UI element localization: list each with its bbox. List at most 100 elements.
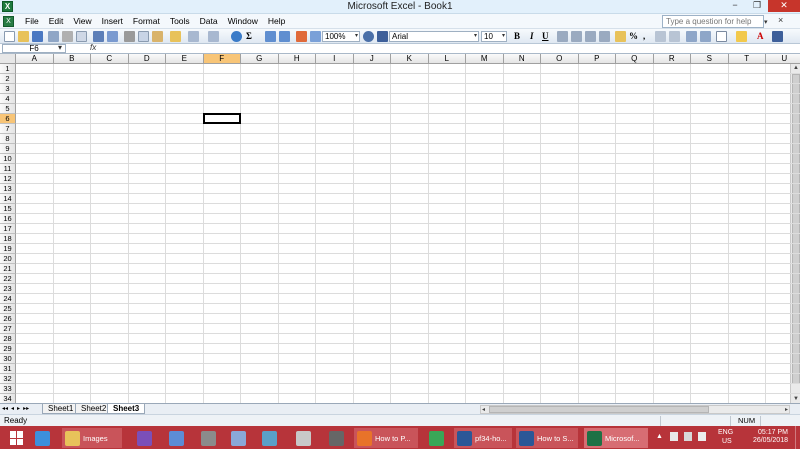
taskbar-app-app-2[interactable]: [166, 428, 188, 448]
volume-icon[interactable]: [698, 432, 706, 441]
column-header[interactable]: L: [428, 54, 466, 64]
row-header[interactable]: 30: [0, 354, 16, 364]
paste-icon[interactable]: [152, 31, 163, 42]
tab-sheet1[interactable]: Sheet1: [42, 404, 80, 414]
row-header[interactable]: 29: [0, 344, 16, 354]
scroll-left-icon[interactable]: ◂: [482, 406, 485, 413]
cut-icon[interactable]: [124, 31, 135, 42]
align-center-icon[interactable]: [571, 31, 582, 42]
font-name-select[interactable]: Arial ▾: [389, 31, 479, 42]
notifications-icon[interactable]: [670, 432, 678, 441]
row-header[interactable]: 27: [0, 324, 16, 334]
help-dropdown-icon[interactable]: ▾: [764, 18, 768, 26]
scroll-right-icon[interactable]: ▸: [785, 406, 788, 413]
workbook-icon[interactable]: X: [3, 16, 14, 27]
copy-icon[interactable]: [138, 31, 149, 42]
column-header[interactable]: T: [728, 54, 766, 64]
decrease-decimal-icon[interactable]: [669, 31, 680, 42]
column-header[interactable]: M: [466, 54, 504, 64]
active-cell[interactable]: [202, 113, 241, 124]
column-header[interactable]: R: [653, 54, 691, 64]
last-sheet-icon[interactable]: ▸▸: [23, 405, 29, 412]
row-header[interactable]: 25: [0, 304, 16, 314]
redo-icon[interactable]: [208, 31, 219, 42]
currency-icon[interactable]: [615, 31, 626, 42]
font-color-button[interactable]: A: [757, 31, 764, 42]
increase-decimal-icon[interactable]: [655, 31, 666, 42]
print-preview-icon[interactable]: [76, 31, 87, 42]
taskbar-app-visual-studio[interactable]: [134, 428, 156, 448]
save-icon[interactable]: [32, 31, 43, 42]
hyperlink-icon[interactable]: [231, 31, 242, 42]
comma-style-button[interactable]: ,: [643, 31, 645, 42]
row-header[interactable]: 5: [0, 104, 16, 114]
row-header[interactable]: 21: [0, 264, 16, 274]
close-button[interactable]: ✕: [768, 0, 800, 12]
bold-button[interactable]: B: [514, 31, 520, 42]
row-header[interactable]: 4: [0, 94, 16, 104]
row-header[interactable]: 10: [0, 154, 16, 164]
column-header[interactable]: E: [166, 54, 204, 64]
row-header[interactable]: 16: [0, 214, 16, 224]
menu-view[interactable]: View: [68, 16, 96, 27]
row-header[interactable]: 28: [0, 334, 16, 344]
row-header[interactable]: 6: [0, 114, 16, 124]
help-icon[interactable]: [363, 31, 374, 42]
column-header[interactable]: G: [241, 54, 279, 64]
zoom-select[interactable]: 100% ▾: [322, 31, 360, 42]
column-header[interactable]: B: [53, 54, 91, 64]
row-header[interactable]: 17: [0, 224, 16, 234]
row-header[interactable]: 24: [0, 294, 16, 304]
taskbar-app-word-1[interactable]: pf34-ho...: [454, 428, 512, 448]
next-sheet-icon[interactable]: ▸: [17, 405, 20, 412]
column-header[interactable]: I: [316, 54, 354, 64]
language-indicator[interactable]: ENG: [718, 429, 733, 436]
row-header[interactable]: 20: [0, 254, 16, 264]
undo-icon[interactable]: [188, 31, 199, 42]
taskbar-app-firefox[interactable]: How to P...: [354, 428, 418, 448]
minimize-button[interactable]: −: [724, 0, 746, 12]
tray-overflow-icon[interactable]: ▲: [656, 433, 663, 440]
menu-format[interactable]: Format: [128, 16, 165, 27]
column-header[interactable]: K: [391, 54, 429, 64]
row-header[interactable]: 13: [0, 184, 16, 194]
row-header[interactable]: 26: [0, 314, 16, 324]
row-header[interactable]: 1: [0, 64, 16, 74]
row-header[interactable]: 12: [0, 174, 16, 184]
row-header[interactable]: 34: [0, 394, 16, 403]
fill-color-icon[interactable]: [736, 31, 747, 42]
column-header[interactable]: P: [578, 54, 616, 64]
taskbar-app-chrome[interactable]: [426, 428, 448, 448]
taskbar-app-app-3[interactable]: [198, 428, 220, 448]
percent-button[interactable]: %: [629, 31, 638, 42]
column-header[interactable]: A: [16, 54, 54, 64]
row-header[interactable]: 18: [0, 234, 16, 244]
horizontal-scroll-thumb[interactable]: [489, 406, 709, 413]
column-header[interactable]: Q: [616, 54, 654, 64]
column-header[interactable]: C: [91, 54, 129, 64]
taskbar-app-word-2[interactable]: How to S...: [516, 428, 578, 448]
vertical-scroll-thumb[interactable]: [792, 74, 800, 384]
row-header[interactable]: 32: [0, 374, 16, 384]
decrease-indent-icon[interactable]: [686, 31, 697, 42]
taskbar-app-app-7[interactable]: [326, 428, 348, 448]
formula-input[interactable]: [100, 44, 800, 53]
format-painter-icon[interactable]: [170, 31, 181, 42]
network-icon[interactable]: [684, 432, 692, 441]
column-header[interactable]: O: [541, 54, 579, 64]
taskbar-app-app-6[interactable]: [293, 428, 315, 448]
scroll-down-icon[interactable]: ▼: [793, 396, 799, 402]
clock[interactable]: 05:17 PM 26/05/2018: [753, 429, 788, 445]
taskbar-app-file-explorer[interactable]: Images: [62, 428, 122, 448]
chart-wizard-icon[interactable]: [296, 31, 307, 42]
menu-insert[interactable]: Insert: [97, 16, 128, 27]
row-header[interactable]: 9: [0, 144, 16, 154]
first-sheet-icon[interactable]: ◂◂: [2, 405, 8, 412]
row-header[interactable]: 11: [0, 164, 16, 174]
column-header[interactable]: F: [203, 54, 241, 64]
row-header[interactable]: 14: [0, 194, 16, 204]
toolbar-options-icon[interactable]: [377, 31, 388, 42]
italic-button[interactable]: I: [530, 31, 534, 42]
name-box[interactable]: F6: [2, 44, 66, 53]
restore-button[interactable]: ❐: [746, 0, 768, 12]
